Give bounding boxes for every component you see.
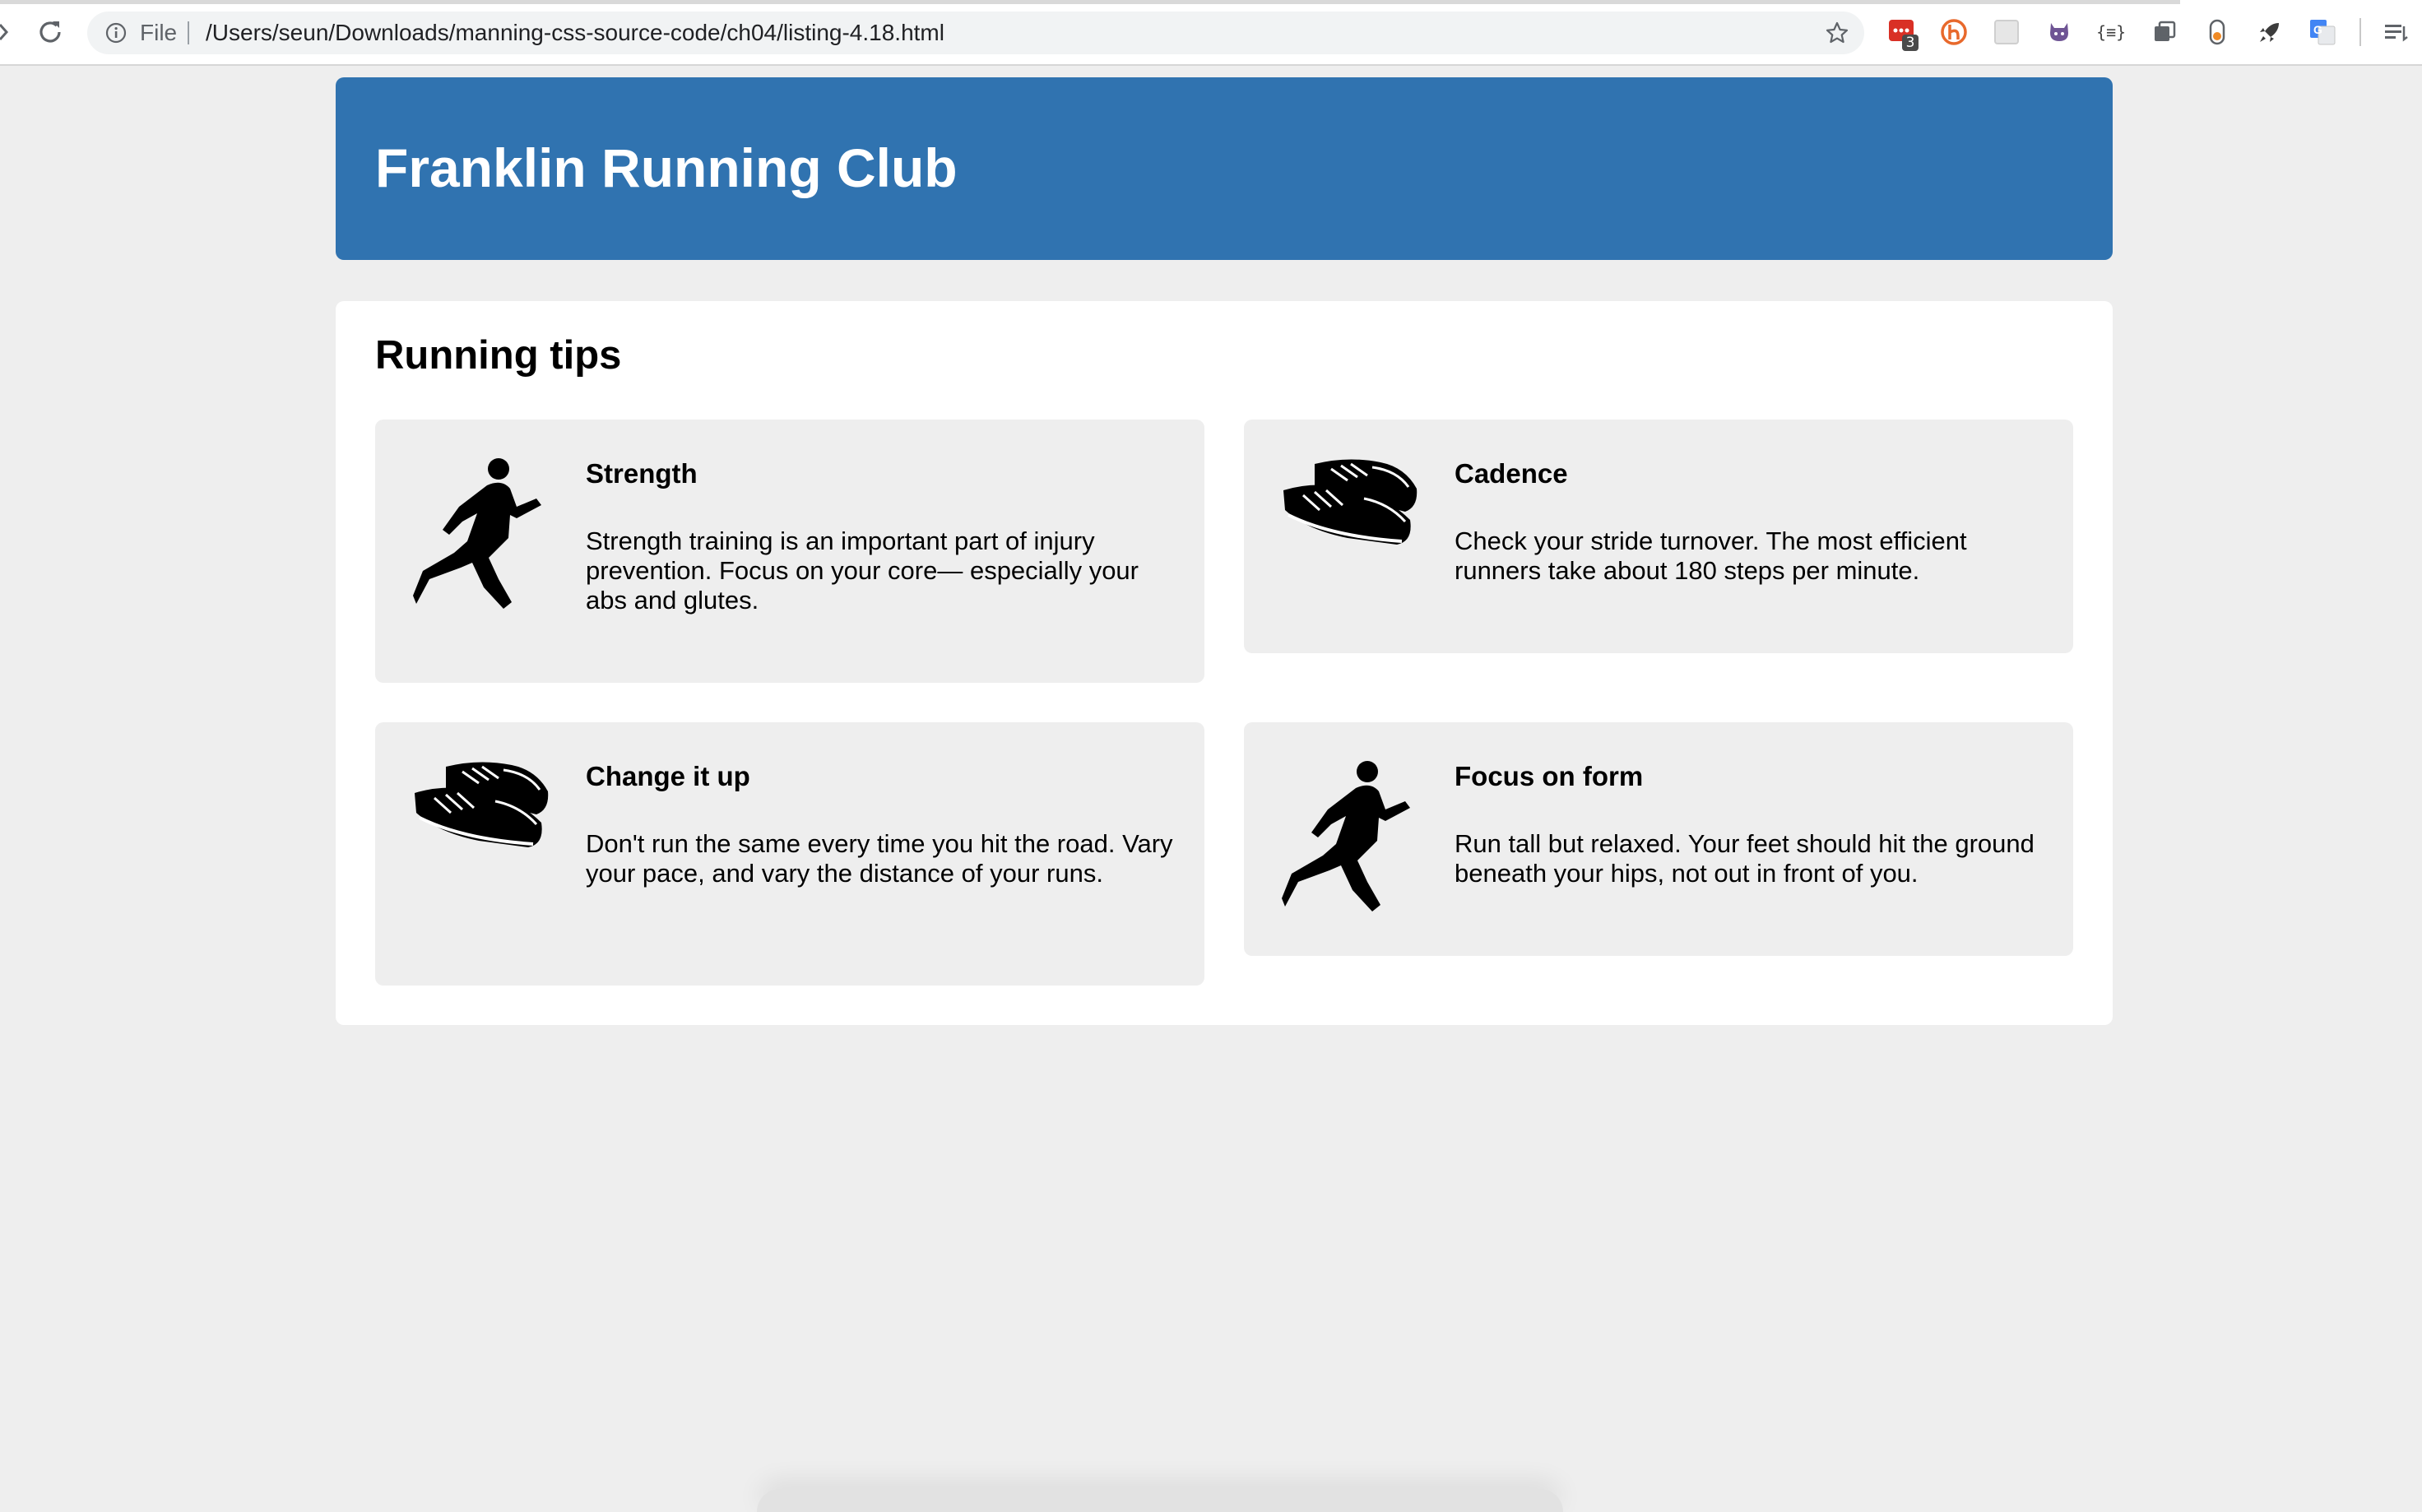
browser-toolbar: File /Users/seun/Downloads/manning-css-s…	[0, 0, 2422, 66]
tip-body: Don't run the same every time you hit th…	[586, 829, 1173, 888]
tip-title: Focus on form	[1455, 761, 1644, 791]
reading-list-icon[interactable]	[2383, 18, 2410, 46]
tip-tile-focus-on-form: Focus on form Run tall but relaxed. Your…	[1244, 722, 2073, 956]
svg-text:G: G	[2313, 23, 2322, 36]
rocket-icon[interactable]	[2256, 18, 2284, 46]
google-translate-icon[interactable]: G	[2308, 18, 2336, 46]
omnibox-divider	[188, 21, 189, 44]
bottom-shadow	[757, 1489, 1563, 1512]
extension-badge: 3	[1902, 35, 1919, 51]
reload-icon[interactable]	[35, 16, 66, 48]
tip-body: Strength training is an important part o…	[586, 526, 1139, 615]
runner-icon	[413, 458, 541, 609]
shoes-icon	[415, 762, 549, 847]
url-text[interactable]: /Users/seun/Downloads/manning-css-source…	[206, 21, 944, 45]
octotree-icon[interactable]	[2045, 18, 2073, 46]
forward-icon[interactable]	[0, 21, 12, 43]
site-title: Franklin Running Club	[375, 137, 958, 198]
tip-body: Run tall but relaxed. Your feet should h…	[1455, 829, 2035, 888]
tip-tile-strength: Strength Strength training is an importa…	[375, 420, 1204, 683]
todoist-icon[interactable]: 3	[1889, 18, 1919, 51]
tip-title: Cadence	[1455, 458, 1568, 489]
honey-icon[interactable]	[1940, 18, 1968, 46]
shoes-icon	[1283, 459, 1417, 545]
address-bar[interactable]: File /Users/seun/Downloads/manning-css-s…	[87, 12, 1864, 54]
tip-title: Strength	[586, 458, 698, 489]
tip-title: Change it up	[586, 761, 750, 791]
url-scheme-label: File	[140, 20, 178, 45]
tips-panel: Running tips Strength Strength training …	[336, 301, 2113, 1025]
tip-tile-change-it-up: Change it up Don't run the same every ti…	[375, 722, 1204, 986]
page-load-progress	[0, 0, 2180, 4]
page-container: Franklin Running Club Running tips Stren…	[336, 77, 2113, 1025]
toolbar-divider	[2359, 18, 2361, 46]
runner-icon	[1282, 761, 1410, 911]
toggle-icon[interactable]	[2203, 18, 2231, 46]
tab-manager-icon[interactable]	[2151, 18, 2178, 46]
json-viewer-icon[interactable]: {≡}	[2096, 18, 2126, 46]
section-title: Running tips	[375, 333, 622, 378]
bookmark-star-icon[interactable]	[1825, 21, 1849, 45]
blank-extension-icon[interactable]	[1993, 18, 2021, 46]
site-header: Franklin Running Club	[336, 77, 2113, 260]
tip-body: Check your stride turnover. The most eff…	[1455, 526, 1967, 585]
site-info-icon[interactable]	[105, 22, 127, 44]
tip-tile-cadence: Cadence Check your stride turnover. The …	[1244, 420, 2073, 653]
